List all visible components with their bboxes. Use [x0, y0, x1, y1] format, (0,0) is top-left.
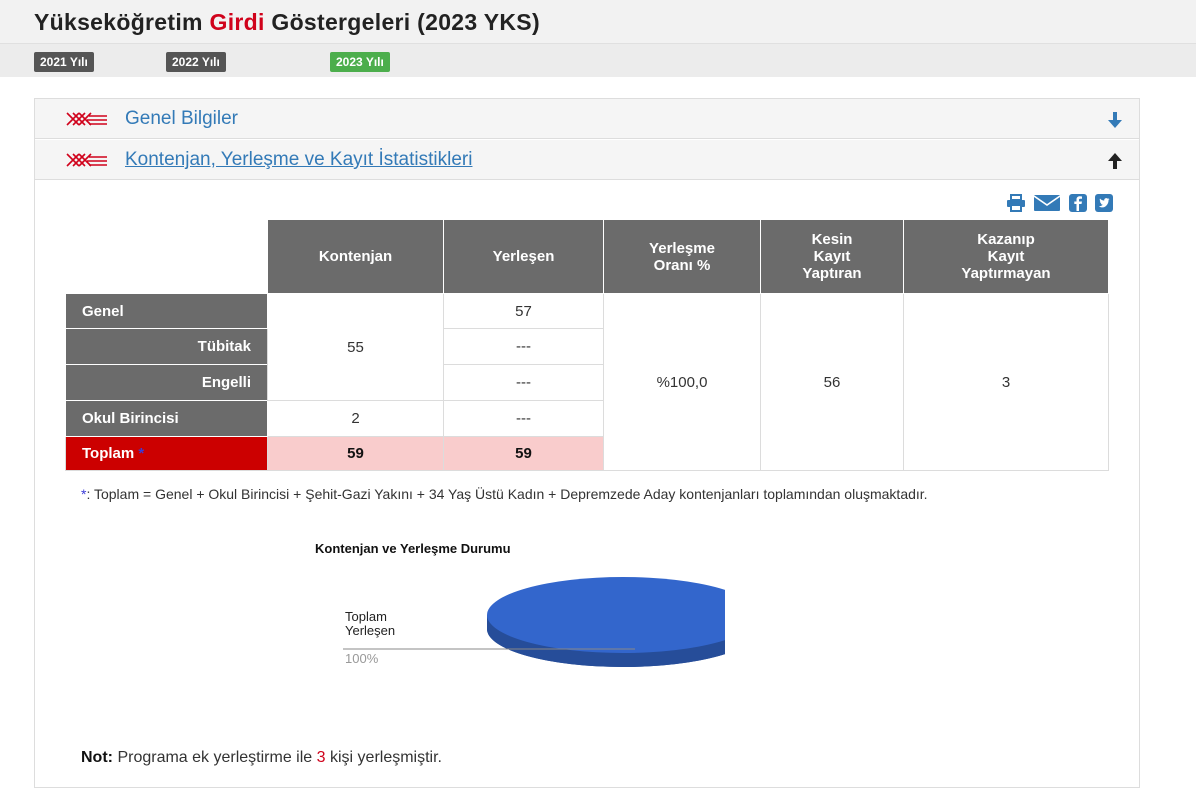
column-header-placed: Yerleşen	[443, 219, 604, 294]
cell-quota-total: 59	[267, 436, 444, 471]
arrow-down-icon[interactable]	[1107, 111, 1123, 129]
cell-quota-main: 55	[267, 293, 444, 401]
year-button-2022[interactable]: 2022 Yılı	[166, 52, 226, 72]
table-header-row: Kontenjan Yerleşen Yerleşme Oranı % Kesin…	[65, 219, 1109, 294]
section-title-quota[interactable]: Kontenjan, Yerleşme ve Kayıt İstatistikl…	[125, 149, 472, 171]
note-text-2: kişi yerleşmiştir.	[329, 749, 442, 766]
pie-chart: ToplamYerleşen 100%	[343, 577, 725, 667]
statistics-table: Kontenjan Yerleşen Yerleşme Oranı % Kesin…	[65, 219, 1109, 471]
yok-logo-mark-icon	[66, 153, 107, 167]
note-text-1: Programa ek yerleştirme ile	[117, 749, 313, 766]
cell-placement-rate: %100,0	[603, 293, 761, 471]
title-part-3: Göstergeleri (2023 YKS)	[271, 9, 540, 35]
notreg-header-line-1: Kazanıp	[977, 231, 1035, 248]
page-title: Yükseköğretim Girdi Göstergeleri (2023 Y…	[34, 9, 540, 36]
year-button-2021[interactable]: 2021 Yılı	[34, 52, 94, 72]
final-header-line-3: Yaptıran	[802, 265, 862, 282]
accordion-panel: Genel Bilgiler Kontenjan, Yerleşme ve Ka…	[34, 98, 1140, 788]
header-bar: Yükseköğretim Girdi Göstergeleri (2023 Y…	[0, 0, 1196, 44]
cell-not-registered: 3	[903, 293, 1109, 471]
final-header-line-1: Kesin	[811, 231, 853, 248]
pie-label: Yerleşen	[345, 623, 395, 638]
cell-placed-okul: ---	[443, 400, 604, 437]
share-icons	[1002, 194, 1113, 212]
arrow-up-icon[interactable]	[1107, 152, 1123, 170]
row-label-tubitak: Tübitak	[65, 328, 268, 365]
twitter-icon[interactable]	[1095, 194, 1113, 217]
row-label-genel: Genel	[65, 293, 268, 329]
pie-percent-label: 100%	[345, 651, 379, 666]
footnote: *: Toplam = Genel + Okul Birincisi + Şeh…	[81, 487, 1061, 501]
section-header-quota[interactable]: Kontenjan, Yerleşme ve Kayıt İstatistikl…	[35, 140, 1139, 180]
placement-note: Not: Programa ek yerleştirme ile 3 kişi …	[81, 749, 442, 767]
column-header-quota: Kontenjan	[267, 219, 444, 294]
note-prefix: Not:	[81, 749, 113, 766]
note-count: 3	[316, 749, 326, 766]
footnote-text: : Toplam = Genel + Okul Birincisi + Şehi…	[86, 486, 928, 502]
rate-header-line-1: Yerleşme	[649, 239, 715, 257]
column-header-final-registration: Kesin Kayıt Yaptıran	[760, 219, 904, 294]
year-button-2023[interactable]: 2023 Yılı	[330, 52, 390, 72]
cell-quota-okul: 2	[267, 400, 444, 437]
row-label-engelli: Engelli	[65, 364, 268, 401]
mail-icon[interactable]	[1033, 194, 1061, 217]
title-part-2: Girdi	[209, 9, 265, 35]
rate-header-line-2: Oranı %	[653, 256, 711, 274]
column-header-rate: Yerleşme Oranı %	[603, 219, 761, 294]
toplam-label: Toplam	[82, 445, 135, 462]
year-selector: 2021 Yılı 2022 Yılı 2023 Yılı	[0, 44, 1196, 77]
cell-placed-total: 59	[443, 436, 604, 471]
final-header-line-2: Kayıt	[813, 248, 851, 265]
cell-placed-engelli: ---	[443, 364, 604, 401]
toplam-star: *	[138, 445, 145, 462]
column-header-not-registered: Kazanıp Kayıt Yaptırmayan	[903, 219, 1109, 294]
section-header-general[interactable]: Genel Bilgiler	[35, 99, 1139, 139]
section-title-general[interactable]: Genel Bilgiler	[125, 108, 238, 130]
cell-placed-tubitak: ---	[443, 328, 604, 365]
cell-final-registration: 56	[760, 293, 904, 471]
row-label-toplam: Toplam *	[65, 436, 268, 471]
table-row-genel: Genel 55 57 %100,0 56 3	[65, 293, 1109, 471]
notreg-header-line-2: Kayıt	[987, 248, 1025, 265]
row-label-okul-birincisi: Okul Birincisi	[65, 400, 268, 437]
table-corner	[65, 219, 268, 294]
chart-title: Kontenjan ve Yerleşme Durumu	[315, 541, 511, 556]
facebook-icon[interactable]	[1068, 194, 1087, 217]
yok-logo-mark-icon	[66, 112, 107, 126]
title-part-1: Yükseköğretim	[34, 9, 203, 35]
print-icon[interactable]	[1006, 194, 1026, 217]
pie-label: Toplam	[345, 609, 387, 624]
cell-placed-genel: 57	[443, 293, 604, 329]
notreg-header-line-3: Yaptırmayan	[961, 265, 1051, 282]
